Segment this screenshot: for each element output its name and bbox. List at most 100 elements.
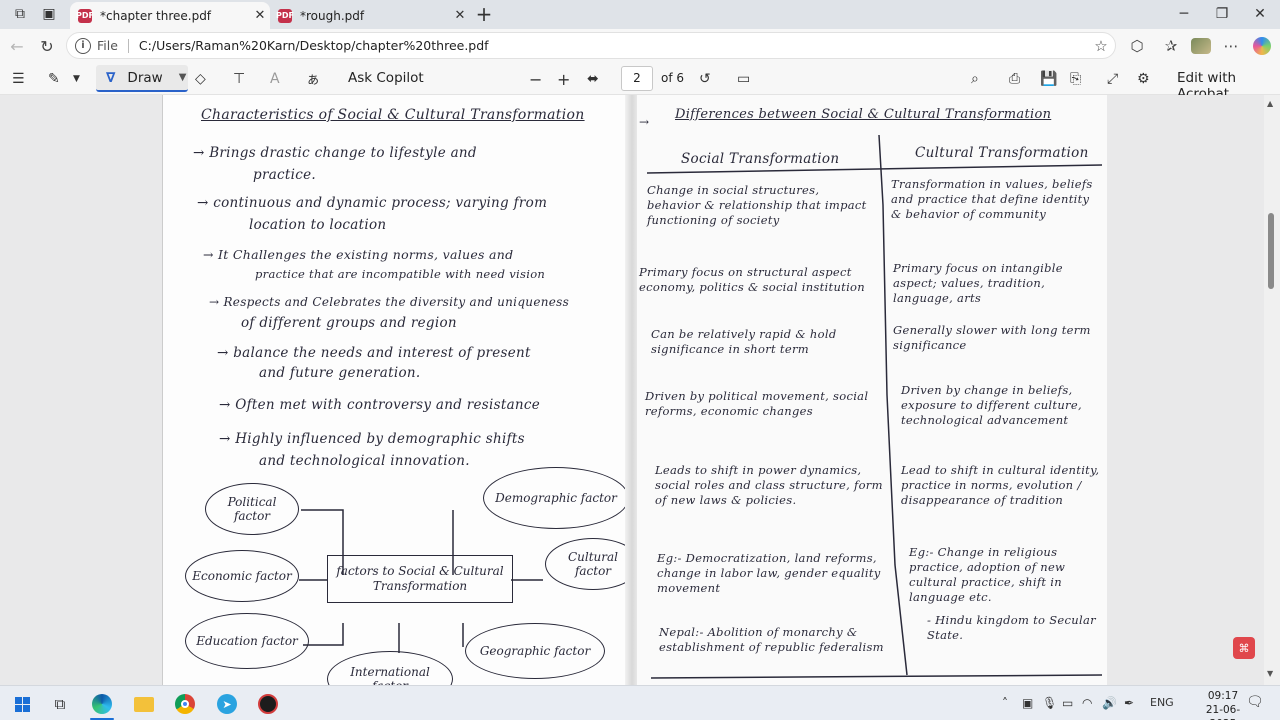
cultural-cell: Transformation in values, beliefs and pr…: [891, 177, 1093, 221]
zoom-out-icon[interactable]: −: [529, 68, 542, 90]
vertical-scrollbar[interactable]: ▲ ▼: [1264, 95, 1280, 685]
pdf-icon: PDF: [76, 8, 94, 23]
fit-page-icon[interactable]: ⬌: [587, 68, 599, 90]
volume-icon[interactable]: 🔊: [1102, 696, 1117, 710]
save-as-icon[interactable]: ⎘: [1070, 68, 1081, 90]
left-notebook-page: Characteristics of Social & Cultural Tra…: [163, 95, 641, 685]
characteristics-title: Characteristics of Social & Cultural Tra…: [201, 107, 585, 123]
pdf-viewport[interactable]: Characteristics of Social & Cultural Tra…: [0, 95, 1264, 685]
translate-icon[interactable]: ぁ: [306, 68, 320, 90]
clock-date: 21-06-2025: [1205, 704, 1241, 720]
print-icon[interactable]: ⎙: [1009, 68, 1020, 90]
favorite-star-icon[interactable]: ☆: [1090, 36, 1112, 56]
cultural-cell: Eg:- Change in religious practice, adopt…: [909, 545, 1066, 604]
acrobat-icon[interactable]: ⌘: [1233, 637, 1255, 659]
url-field[interactable]: i File C:/Users/Raman%20Karn/Desktop/cha…: [66, 32, 1116, 59]
tab-title: *rough.pdf: [300, 8, 365, 23]
eraser-icon[interactable]: ◇: [195, 68, 206, 90]
social-cell: Nepal:- Abolition of monarchy & establis…: [659, 625, 884, 654]
info-icon[interactable]: i: [75, 37, 91, 54]
cultural-cell: Generally slower with long term signific…: [893, 323, 1091, 352]
battery-icon[interactable]: ▭: [1062, 696, 1073, 710]
favorites-icon[interactable]: ✰: [1160, 36, 1182, 56]
back-icon[interactable]: ←: [5, 34, 29, 58]
url-text[interactable]: C:/Users/Raman%20Karn/Desktop/chapter%20…: [139, 38, 489, 53]
minimize-icon[interactable]: ─: [1165, 2, 1203, 26]
point-line: → balance the needs and interest of pres…: [217, 345, 531, 361]
pdf-toolbar: ☰ ✎ ▼ ∇ Draw ▼ ◇ ⊤ A ぁ Ask Copilot − + ⬌…: [0, 62, 1280, 102]
profile-avatar-icon[interactable]: [1190, 36, 1212, 56]
language-indicator[interactable]: ENG: [1150, 696, 1174, 709]
tab-chapter-three[interactable]: PDF *chapter three.pdf ✕: [70, 2, 270, 29]
copilot-icon[interactable]: [1251, 36, 1273, 56]
point-line: → It Challenges the existing norms, valu…: [203, 247, 514, 262]
ask-copilot-button[interactable]: Ask Copilot: [348, 70, 424, 86]
point-line: → Respects and Celebrates the diversity …: [209, 295, 570, 309]
point-line: practice that are incompatible with need…: [255, 267, 546, 281]
page-total: of 6: [661, 71, 685, 85]
contents-icon[interactable]: ☰: [12, 68, 25, 90]
windows-taskbar: ⧉ ➤ ˄ ▣ 🎙 ▭ ◠ 🔊 ✒ ENG 09:17 21-06-2025 🗨: [0, 685, 1280, 720]
extensions-icon[interactable]: ⬡: [1126, 36, 1148, 56]
page-view-icon[interactable]: ▭: [737, 68, 750, 90]
app-icon[interactable]: [256, 693, 280, 715]
social-cell: Leads to shift in power dynamics, social…: [655, 463, 883, 507]
pen-icon: ∇: [106, 69, 116, 86]
wifi-icon[interactable]: ◠: [1082, 696, 1092, 710]
col-cultural-header: Cultural Transformation: [915, 145, 1089, 161]
chevron-down-icon[interactable]: ▼: [73, 68, 80, 90]
zoom-in-icon[interactable]: +: [557, 68, 570, 90]
windows-start-icon[interactable]: [10, 693, 34, 715]
social-cell: Can be relatively rapid & hold significa…: [651, 327, 837, 356]
meet-now-icon[interactable]: ▣: [1022, 696, 1033, 710]
chrome-icon[interactable]: [173, 693, 197, 715]
restore-icon[interactable]: ❐: [1203, 2, 1241, 26]
demographic-factor-node: Demographic factor: [483, 467, 629, 529]
scroll-thumb[interactable]: [1268, 213, 1274, 289]
pdf-icon: PDF: [276, 8, 294, 23]
address-bar: ← ↻ i File C:/Users/Raman%20Karn/Desktop…: [0, 29, 1280, 62]
chevron-down-icon[interactable]: ▼: [179, 72, 187, 83]
workspaces-icon[interactable]: ⧉: [9, 4, 31, 24]
text-box-icon[interactable]: ⊤: [233, 68, 245, 90]
task-view-icon[interactable]: ⧉: [48, 693, 72, 715]
fullscreen-icon[interactable]: ⤢: [1107, 68, 1118, 90]
refresh-icon[interactable]: ↻: [35, 34, 59, 58]
notifications-icon[interactable]: 🗨: [1246, 694, 1264, 710]
scroll-down-icon[interactable]: ▼: [1267, 669, 1273, 678]
close-icon[interactable]: ✕: [250, 8, 270, 23]
economic-factor-node: Economic factor: [185, 550, 299, 602]
file-explorer-icon[interactable]: [132, 693, 156, 715]
close-icon[interactable]: ✕: [450, 8, 470, 23]
cultural-cell: - Hindu kingdom to Secular State.: [927, 613, 1096, 642]
tab-actions-icon[interactable]: ▣: [38, 4, 60, 24]
page-number-input[interactable]: 2: [621, 66, 653, 91]
scroll-up-icon[interactable]: ▲: [1267, 99, 1273, 108]
clock[interactable]: 09:17 21-06-2025: [1196, 689, 1250, 720]
read-aloud-icon[interactable]: A: [270, 68, 280, 90]
edge-icon[interactable]: [90, 693, 114, 715]
point-line: of different groups and region: [241, 315, 457, 331]
point-line: → Often met with controversy and resista…: [219, 397, 541, 413]
new-tab-icon[interactable]: +: [473, 2, 495, 26]
more-menu-icon[interactable]: ⋯: [1220, 36, 1242, 56]
highlight-icon[interactable]: ✎: [48, 68, 60, 90]
microphone-icon[interactable]: 🎙: [1042, 696, 1057, 710]
rotate-icon[interactable]: ↺: [699, 68, 711, 90]
save-icon[interactable]: 💾: [1040, 68, 1057, 90]
geographic-factor-node: Geographic factor: [465, 623, 605, 679]
telegram-icon[interactable]: ➤: [215, 693, 239, 715]
search-icon[interactable]: ⌕: [971, 68, 979, 90]
settings-gear-icon[interactable]: ⚙: [1137, 68, 1150, 90]
draw-button[interactable]: ∇ Draw ▼: [96, 65, 188, 92]
tab-rough[interactable]: PDF *rough.pdf ✕: [270, 2, 470, 29]
window-close-icon[interactable]: ✕: [1241, 2, 1279, 26]
cultural-cell: Driven by change in beliefs, exposure to…: [901, 383, 1082, 427]
pdf-page: Characteristics of Social & Cultural Tra…: [162, 95, 1107, 685]
chevron-up-icon[interactable]: ˄: [1002, 696, 1008, 710]
point-line: location to location: [249, 217, 387, 233]
point-line: → Brings drastic change to lifestyle and: [193, 145, 477, 161]
browser-tab-strip: ⧉ ▣ PDF *chapter three.pdf ✕ PDF *rough.…: [0, 0, 1280, 29]
pen-menu-icon[interactable]: ✒: [1124, 696, 1134, 710]
tab-title: *chapter three.pdf: [100, 8, 212, 23]
